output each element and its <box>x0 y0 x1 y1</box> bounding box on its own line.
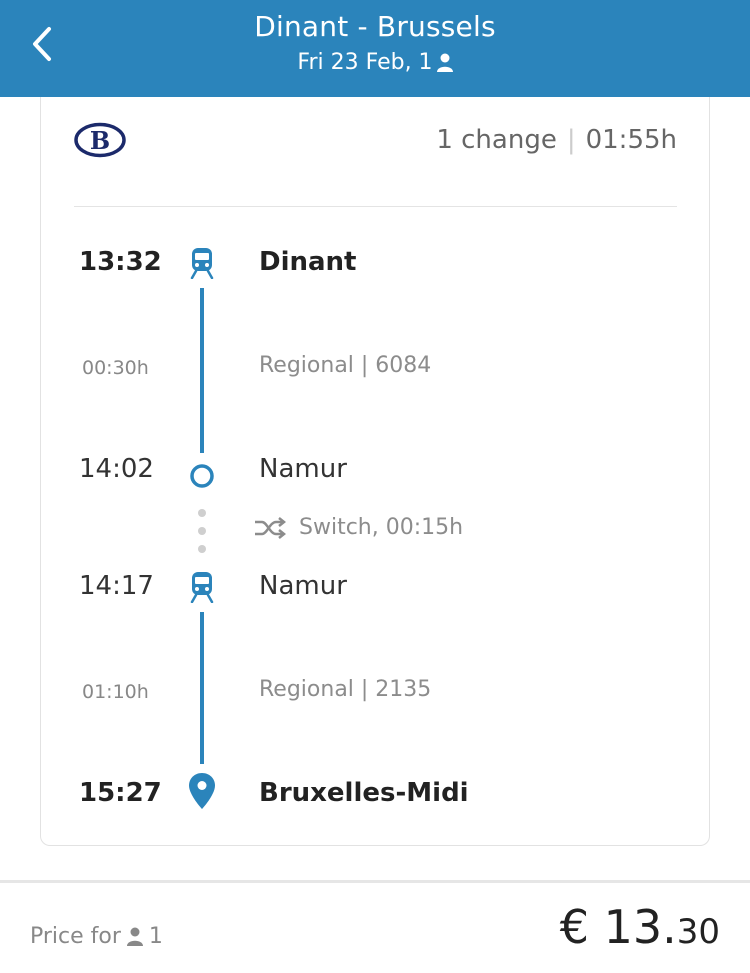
arrival-station: Bruxelles-Midi <box>259 778 469 808</box>
svg-text:B: B <box>90 126 110 155</box>
route-line <box>200 612 204 764</box>
location-pin-icon <box>189 773 215 809</box>
sncb-logo-icon: B <box>74 122 126 158</box>
divider <box>74 206 677 207</box>
footer-divider <box>0 880 750 883</box>
route-line <box>200 288 204 453</box>
arrival-time: 15:27 <box>79 778 162 808</box>
route-subtitle: Fri 23 Feb, 1 <box>0 50 750 75</box>
transfer-text: Switch, 00:15h <box>299 515 464 540</box>
leg-duration: 01:10h <box>82 681 149 703</box>
top-bar: Dinant - Brussels Fri 23 Feb, 1 <box>0 0 750 97</box>
departure-time: 14:17 <box>79 571 154 601</box>
transfer-dot <box>198 527 206 535</box>
journey-card[interactable]: B 1 change | 01:55h 13:32 Dinant 00:30h … <box>40 97 710 846</box>
route-title: Dinant - Brussels <box>254 10 496 43</box>
leg-service: Regional | 6084 <box>259 353 432 378</box>
leg-service: Regional | 2135 <box>259 677 432 702</box>
person-icon <box>436 53 453 72</box>
price-label: Price for 1 <box>30 924 163 949</box>
shuffle-icon <box>255 516 287 539</box>
price-main: € 13. <box>559 900 677 954</box>
transfer-station: Namur <box>259 454 347 484</box>
departure-time: 13:32 <box>79 247 162 277</box>
arrival-time: 14:02 <box>79 454 154 484</box>
train-icon <box>190 572 214 603</box>
person-icon <box>126 927 143 946</box>
transfer-dot <box>198 509 206 517</box>
transfer-station: Namur <box>259 571 347 601</box>
journey-summary: 1 change | 01:55h <box>436 125 677 155</box>
price-for-text: Price for <box>30 924 121 949</box>
summary-separator: | <box>566 125 576 155</box>
departure-station: Dinant <box>259 247 357 277</box>
transfer-info: Switch, 00:15h <box>253 515 463 540</box>
price-cents: 30 <box>676 912 720 952</box>
date-passengers-text: Fri 23 Feb, 1 <box>297 50 433 75</box>
transfer-dot <box>198 545 206 553</box>
passenger-count: 1 <box>148 924 163 949</box>
changes-count: 1 change <box>436 125 557 155</box>
total-price: € 13.30 <box>560 900 720 954</box>
train-icon <box>190 248 214 279</box>
leg-duration: 00:30h <box>82 357 149 379</box>
total-duration: 01:55h <box>585 125 677 155</box>
stop-circle-icon <box>190 464 214 488</box>
